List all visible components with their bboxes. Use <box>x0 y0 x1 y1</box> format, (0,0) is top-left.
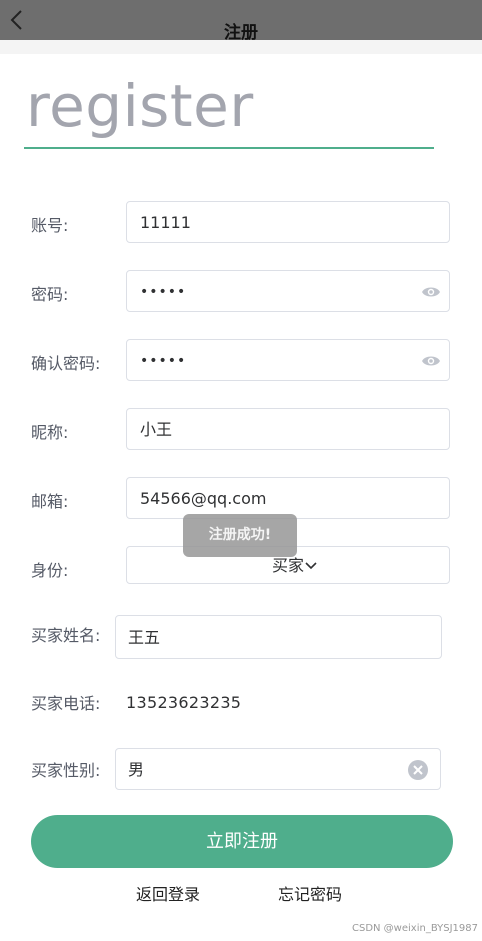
back-to-login-link[interactable]: 返回登录 <box>136 881 200 905</box>
buyer-phone-value: 13523623235 <box>126 693 242 712</box>
watermark: CSDN @weixin_BYSJ1987 <box>351 923 478 934</box>
confirm-password-input[interactable]: ••••• <box>126 339 450 381</box>
nickname-value: 小王 <box>140 420 173 439</box>
identity-label: 身份: <box>31 561 69 580</box>
nickname-input[interactable]: 小王 <box>126 408 450 450</box>
chevron-down-icon <box>305 562 317 570</box>
eye-icon[interactable] <box>421 283 441 301</box>
buyer-gender-label: 买家性别: <box>31 761 101 780</box>
password-value: ••••• <box>140 284 187 300</box>
eye-icon[interactable] <box>421 352 441 370</box>
account-input[interactable]: 11111 <box>126 201 450 243</box>
register-button[interactable]: 立即注册 <box>31 815 453 868</box>
buyer-name-input[interactable]: 王五 <box>115 615 442 659</box>
nickname-label: 昵称: <box>31 423 69 442</box>
buyer-name-value: 王五 <box>128 628 161 647</box>
register-heading: register <box>26 72 254 140</box>
confirm-password-label: 确认密码: <box>31 354 101 373</box>
email-label: 邮箱: <box>31 492 69 511</box>
clear-icon[interactable] <box>407 759 429 781</box>
buyer-gender-input[interactable]: 男 <box>115 748 441 790</box>
header-divider <box>0 40 482 54</box>
top-bar: 注册 <box>0 0 482 43</box>
buyer-gender-value: 男 <box>128 760 145 779</box>
account-value: 11111 <box>140 213 191 232</box>
password-input[interactable]: ••••• <box>126 270 450 312</box>
forgot-password-link[interactable]: 忘记密码 <box>278 881 342 905</box>
buyer-name-label: 买家姓名: <box>31 626 101 645</box>
success-toast: 注册成功! <box>183 514 297 557</box>
password-label: 密码: <box>31 285 69 304</box>
buyer-phone-label: 买家电话: <box>31 694 101 713</box>
heading-underline <box>24 147 434 149</box>
account-label: 账号: <box>31 216 69 235</box>
email-input[interactable]: 54566@qq.com <box>126 477 450 519</box>
confirm-password-value: ••••• <box>140 353 187 369</box>
